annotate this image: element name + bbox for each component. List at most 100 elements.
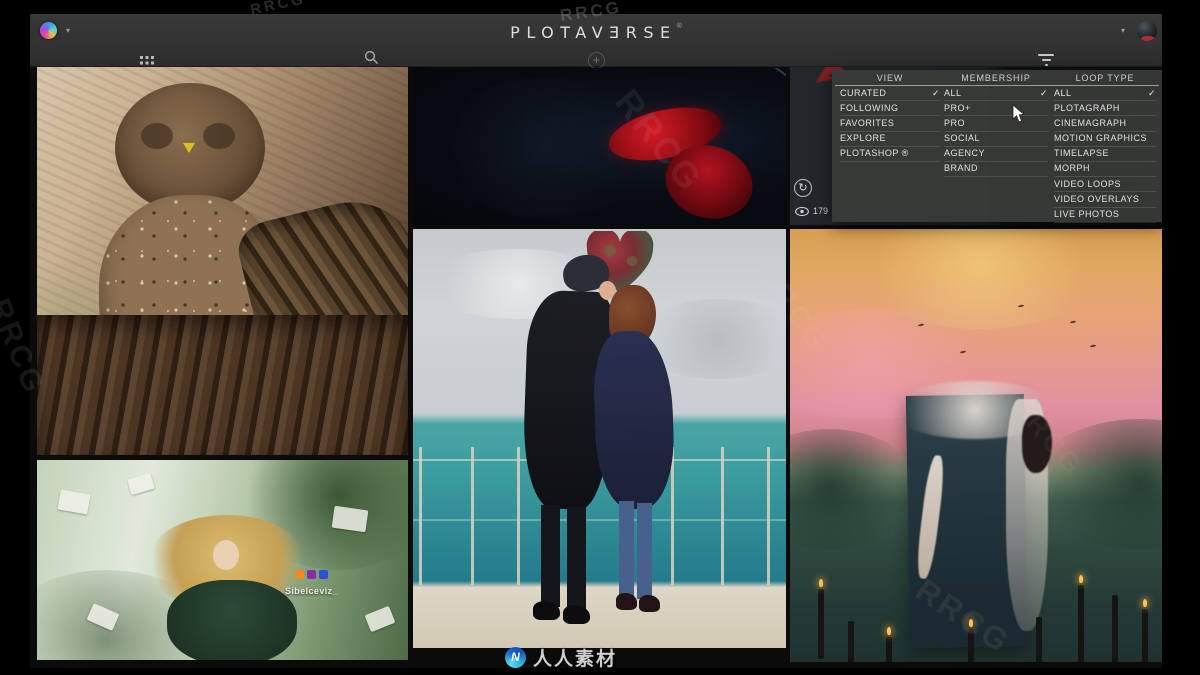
owl-photo-beak [183, 143, 195, 153]
painting-candle-flame [887, 627, 891, 635]
couple-photo-rope [413, 519, 786, 521]
filter-column-view: CURATED ✓ FOLLOWING FAVORITES EXPLORE PLO… [840, 86, 940, 162]
checkmark-icon: ✓ [1147, 87, 1156, 98]
couple-photo-fence-post [419, 447, 422, 585]
filter-column-header-membership: MEMBERSHIP [961, 73, 1031, 83]
views-count-label: 179 [813, 206, 829, 216]
filter-option-pro-plus[interactable]: PRO+ [944, 101, 1048, 117]
screen: ▾ PLOTAVƎRSE® ▾ + Sibelceviz_ ↻ 179 VIEW… [0, 0, 1200, 675]
woman-photo-face [213, 540, 239, 570]
painting-bird [1089, 344, 1097, 348]
filter-option-plotashop[interactable]: PLOTASHOP ® [840, 147, 940, 162]
filter-option-video-overlays[interactable]: VIDEO OVERLAYS [1054, 192, 1156, 208]
filter-option-label: VIDEO OVERLAYS [1054, 193, 1140, 204]
notification-badge [1141, 36, 1155, 41]
couple-photo-woman-boot [639, 595, 660, 612]
photo-credit-watermark: Sibelceviz_ [285, 586, 338, 596]
filter-option-label: PLOTAGRAPH [1054, 102, 1120, 113]
filter-option-label: PLOTASHOP ® [840, 148, 909, 159]
chevron-down-icon[interactable]: ▾ [1121, 27, 1125, 35]
filter-column-header-looptype: LOOP TYPE [1075, 73, 1135, 83]
couple-photo-fence-post [671, 447, 674, 585]
filter-option-label: CURATED [840, 87, 887, 98]
couple-photo-woman-jeans [619, 501, 634, 597]
profile-avatar[interactable] [1137, 21, 1157, 41]
woman-photo-paper [364, 605, 396, 633]
couple-photo-woman-boot [616, 593, 637, 610]
filter-option-following[interactable]: FOLLOWING [840, 101, 940, 117]
loop-glyph: ↻ [798, 182, 808, 194]
photo-tile-woman-in-water[interactable]: Sibelceviz_ [37, 460, 408, 660]
filter-option-all-membership[interactable]: ALL ✓ [944, 86, 1048, 102]
painting-candle [848, 621, 854, 662]
filter-option-label: CINEMAGRAPH [1054, 117, 1127, 128]
couple-photo-fence-post [471, 447, 474, 585]
painting-candle-flame [1079, 575, 1083, 583]
filter-option-label: FOLLOWING [840, 102, 899, 113]
photo-tile-owl[interactable] [37, 67, 408, 455]
filter-option-label: MORPH [1054, 163, 1090, 174]
couple-photo-man-leg [541, 505, 560, 607]
filter-option-label: SOCIAL [944, 133, 981, 144]
filter-option-cinemagraph[interactable]: CINEMAGRAPH [1054, 116, 1156, 132]
couple-photo-man-leg [567, 507, 586, 609]
painting-candle-flame [1143, 599, 1147, 607]
filter-option-explore[interactable]: EXPLORE [840, 132, 940, 147]
filter-option-social[interactable]: SOCIAL [944, 132, 1048, 147]
filter-option-label: AGENCY [944, 148, 986, 159]
filter-option-motion-graphics[interactable]: MOTION GRAPHICS [1054, 132, 1156, 147]
filter-option-morph[interactable]: MORPH [1054, 162, 1156, 178]
painting-candle [968, 629, 974, 662]
checkmark-icon: ✓ [1039, 87, 1048, 98]
woman-photo-paper [331, 505, 369, 533]
filter-column-header-view: VIEW [876, 73, 904, 83]
filter-option-label: LIVE PHOTOS [1054, 209, 1120, 219]
couple-photo-woman-jeans [637, 503, 652, 599]
filter-option-label: TIMELAPSE [1054, 148, 1110, 159]
filter-option-pro[interactable]: PRO [944, 116, 1048, 132]
painting-bird [1069, 320, 1077, 324]
filter-option-all-looptype[interactable]: ALL ✓ [1054, 86, 1156, 102]
filter-option-label: VIDEO LOOPS [1054, 178, 1122, 189]
painting-tree [790, 429, 920, 549]
painting-candle-flame [819, 579, 823, 587]
owl-photo-bark [37, 315, 408, 455]
woman-photo-paper [57, 489, 91, 515]
site-watermark: N 人人素材 [505, 644, 617, 671]
app-title-text: PLOTAVƎRSE [510, 23, 677, 42]
painting-candle [886, 637, 892, 662]
filter-option-live-photos[interactable]: LIVE PHOTOS [1054, 208, 1156, 223]
filter-column-membership: ALL ✓ PRO+ PRO SOCIAL AGENCY BRAND [944, 86, 1048, 178]
painting-candle [1078, 585, 1084, 662]
filter-option-timelapse[interactable]: TIMELAPSE [1054, 147, 1156, 162]
filter-option-favorites[interactable]: FAVORITES [840, 116, 940, 132]
add-icon[interactable]: + [588, 52, 605, 69]
site-watermark-text: 人人素材 [533, 649, 618, 670]
couple-photo-fence-post [767, 447, 770, 585]
filter-option-label: PRO [944, 117, 966, 128]
filter-option-label: ALL [1054, 87, 1072, 98]
photo-tile-couple[interactable] [413, 229, 786, 648]
painting-candle [1036, 617, 1042, 662]
search-icon[interactable] [364, 50, 379, 65]
filter-option-plotagraph[interactable]: PLOTAGRAPH [1054, 101, 1156, 117]
filter-option-agency[interactable]: AGENCY [944, 147, 1048, 162]
loop-icon[interactable]: ↻ [794, 179, 812, 197]
filter-option-curated[interactable]: CURATED ✓ [840, 86, 940, 102]
filter-option-label: EXPLORE [840, 133, 887, 144]
photo-tile-rose[interactable] [413, 68, 786, 225]
site-logo-icon: N [505, 647, 526, 668]
filter-option-label: PRO+ [944, 102, 971, 113]
couple-photo-fence-post [721, 447, 724, 585]
eye-icon [795, 206, 809, 216]
filter-option-brand[interactable]: BRAND [944, 162, 1048, 178]
photo-tile-painting[interactable] [790, 229, 1162, 662]
owl-photo-eye [203, 123, 235, 149]
page-title: PLOTAVƎRSE® [30, 23, 1162, 43]
painting-candle [1142, 609, 1148, 662]
painting-candle-flame [969, 619, 973, 627]
app-window: ▾ PLOTAVƎRSE® ▾ + Sibelceviz_ ↻ 179 VIEW… [30, 14, 1162, 668]
woman-photo-paper [127, 473, 155, 495]
filter-option-label: FAVORITES [840, 117, 895, 128]
filter-option-video-loops[interactable]: VIDEO LOOPS [1054, 177, 1156, 193]
